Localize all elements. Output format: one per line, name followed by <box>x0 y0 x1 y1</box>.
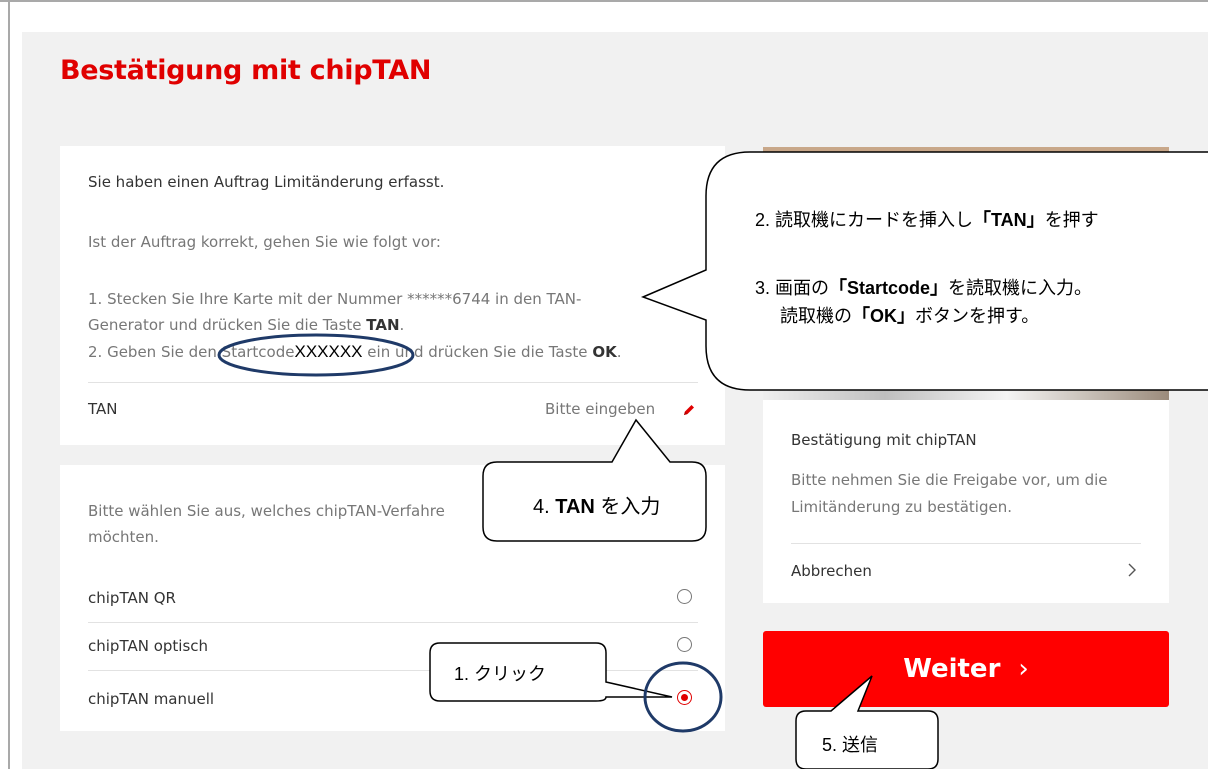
callout-steps-line1-post: を押す <box>1044 210 1099 230</box>
callout-steps-line2-bold: 「Startcode」 <box>829 278 949 298</box>
callout-steps-bubble <box>640 151 1208 391</box>
startcode-highlight-oval <box>217 333 415 377</box>
annotation-overlay <box>217 151 1208 769</box>
callout-tan-bold: TAN <box>555 496 595 518</box>
callout-steps-line3-pre: 読取機の <box>780 306 852 326</box>
callout-tan-prefix: 4. <box>533 496 556 518</box>
callout-steps-line2: 3. 画面の「Startcode」を読取機に入力。 <box>755 274 1092 300</box>
callout-steps-line1-pre: 2. 読取機にカードを挿入し <box>755 210 974 230</box>
callout-steps-line3: 読取機の「OK」ボタンを押す。 <box>780 302 1039 328</box>
callout-steps-line1-bold: 「TAN」 <box>973 210 1045 230</box>
callout-steps-line3-post: ボタンを押す。 <box>915 306 1040 326</box>
callout-tan-text: 4. TAN を入力 <box>533 490 660 519</box>
callout-steps-line2-pre: 3. 画面の <box>755 278 830 298</box>
callout-tan-bubble <box>482 418 707 542</box>
callout-send-text: 5. 送信 <box>822 735 879 755</box>
callout-click-text: 1. クリック <box>454 664 547 684</box>
callout-tan-suffix: を入力 <box>594 496 661 518</box>
callout-steps-line3-bold: 「OK」 <box>852 306 915 326</box>
callout-steps-line1: 2. 読取機にカードを挿入し「TAN」を押す <box>755 206 1099 232</box>
callout-steps-line2-post: を読取機に入力。 <box>948 278 1093 298</box>
